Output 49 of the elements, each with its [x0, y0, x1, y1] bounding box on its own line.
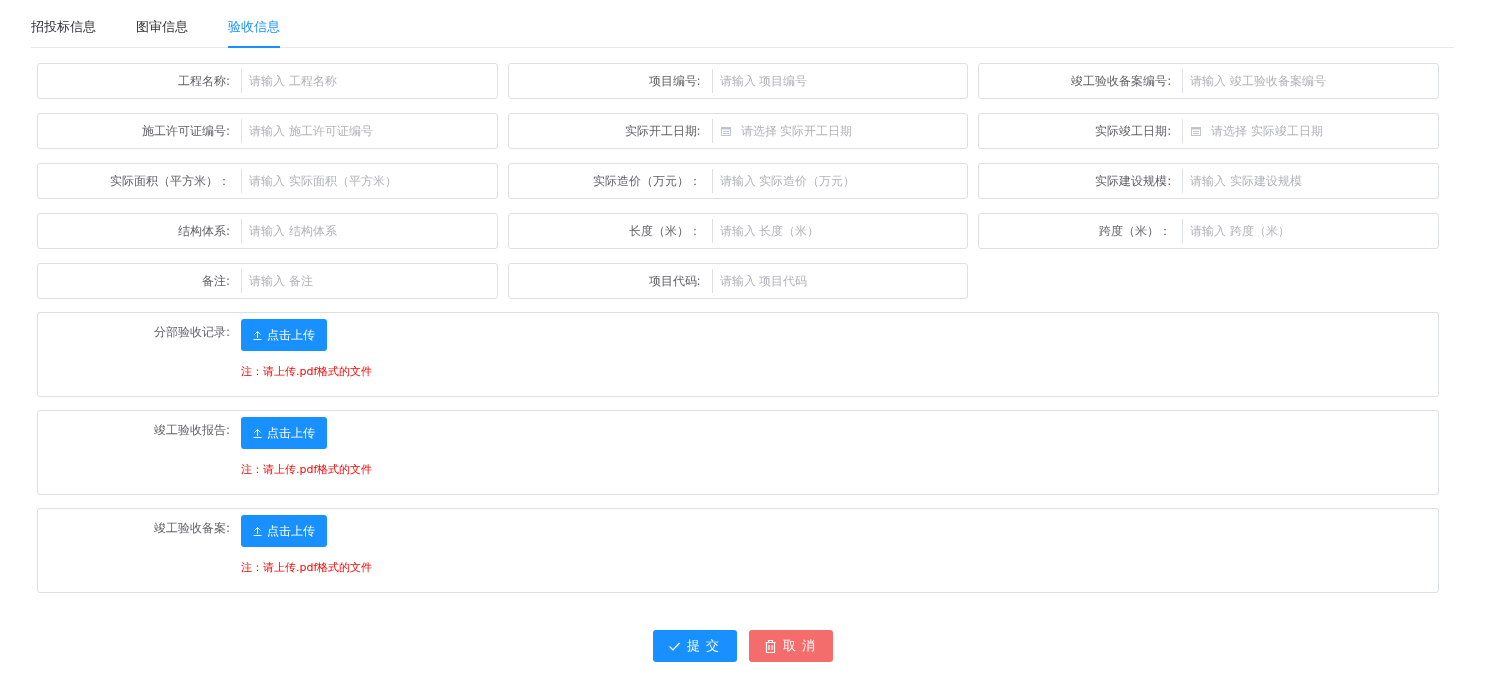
submit-button[interactable]: 提 交	[652, 630, 737, 662]
tab[interactable]: 招投标信息	[31, 12, 96, 48]
calendar-icon	[720, 126, 731, 136]
field-label: 竣工验收备案:	[152, 520, 231, 537]
tab[interactable]: 验收信息	[228, 12, 280, 48]
upload-icon	[253, 330, 262, 340]
upload-icon	[253, 526, 262, 536]
field-label: 结构体系:	[176, 222, 231, 240]
field-label: 备注:	[200, 272, 231, 290]
trash-icon	[764, 639, 776, 653]
field-label: 实际面积（平方米）：	[109, 172, 231, 190]
upload-note: 注：请上传.pdf格式的文件	[241, 364, 373, 379]
check-icon	[668, 641, 680, 651]
field-label: 实际开工日期:	[623, 122, 702, 140]
upload-icon	[253, 428, 262, 438]
field-label: 实际造价（万元）：	[591, 172, 702, 190]
field-label: 施工许可证编号:	[140, 122, 231, 140]
calendar-icon	[1191, 126, 1202, 136]
input-field[interactable]: 请输入 备注	[249, 274, 497, 288]
cancel-button[interactable]: 取 消	[748, 630, 833, 662]
field-label: 竣工验收备案编号:	[1070, 72, 1173, 90]
field-label: 实际竣工日期:	[1094, 122, 1173, 140]
upload-note: 注：请上传.pdf格式的文件	[241, 462, 373, 477]
upload-button[interactable]: 点击上传	[241, 417, 327, 449]
upload-button[interactable]: 点击上传	[241, 319, 327, 351]
tab[interactable]: 图审信息	[136, 12, 188, 48]
input-field[interactable]: 请输入 跨度（米）	[1190, 224, 1438, 238]
field-label: 竣工验收报告:	[152, 422, 231, 439]
input-field[interactable]: 请选择 实际开工日期	[740, 124, 968, 138]
field-label: 项目代码:	[647, 272, 702, 290]
input-field[interactable]: 请输入 项目编号	[719, 74, 968, 88]
input-field[interactable]: 请输入 项目代码	[719, 274, 968, 288]
input-field[interactable]: 请输入 竣工验收备案编号	[1190, 74, 1438, 88]
upload-note: 注：请上传.pdf格式的文件	[241, 560, 373, 575]
input-field[interactable]: 请选择 实际竣工日期	[1211, 124, 1438, 138]
field-label: 分部验收记录:	[152, 324, 231, 341]
field-label: 实际建设规模:	[1094, 172, 1173, 190]
field-label: 跨度（米）：	[1098, 222, 1173, 240]
field-label: 长度（米）：	[627, 222, 702, 240]
field-label: 工程名称:	[176, 72, 231, 90]
input-field[interactable]: 请输入 实际造价（万元）	[719, 174, 968, 188]
input-field[interactable]: 请输入 实际面积（平方米）	[249, 174, 497, 188]
input-field[interactable]: 请输入 结构体系	[249, 224, 497, 238]
field-label: 项目编号:	[647, 72, 702, 90]
input-field[interactable]: 请输入 实际建设规模	[1190, 174, 1438, 188]
input-field[interactable]: 请输入 施工许可证编号	[249, 124, 497, 138]
input-field[interactable]: 请输入 长度（米）	[719, 224, 968, 238]
upload-button[interactable]: 点击上传	[241, 515, 327, 547]
input-field[interactable]: 请输入 工程名称	[249, 74, 497, 88]
